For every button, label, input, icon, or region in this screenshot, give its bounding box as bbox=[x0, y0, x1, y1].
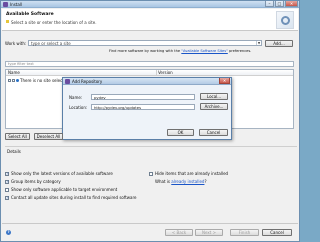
work-with-combo[interactable]: type or select a site ▼ bbox=[28, 40, 262, 46]
what-is-prefix: What is bbox=[155, 179, 170, 184]
wizard-footer: ? < Back Next > Finish Cancel bbox=[2, 223, 298, 241]
location-field[interactable]: http://pydev.org/updates bbox=[91, 104, 195, 110]
column-name[interactable]: Name bbox=[8, 70, 20, 76]
title-bar[interactable]: Install – □ ✕ bbox=[1, 1, 299, 8]
window-controls: – □ ✕ bbox=[265, 1, 298, 8]
option-latest-versions[interactable]: Show only the latest versions of availab… bbox=[5, 171, 113, 176]
target-environment-label: Show only software applicable to target … bbox=[11, 187, 118, 192]
option-contact-update-sites[interactable]: Contact all update sites during install … bbox=[5, 195, 137, 200]
option-target-environment[interactable]: Show only software applicable to target … bbox=[5, 187, 117, 192]
column-version[interactable]: Version bbox=[158, 70, 173, 76]
option-group-by-category[interactable]: Group items by category bbox=[5, 179, 61, 184]
name-label: Name: bbox=[69, 95, 83, 100]
dialog-title: Add Repository bbox=[72, 79, 103, 84]
row-checkbox[interactable] bbox=[8, 79, 11, 82]
eclipse-app-icon bbox=[65, 79, 70, 84]
gear-icon bbox=[281, 16, 290, 25]
next-button[interactable]: Next > bbox=[195, 229, 223, 236]
chevron-down-icon[interactable]: ▼ bbox=[256, 41, 261, 45]
info-icon bbox=[6, 20, 9, 23]
contact-update-sites-checkbox[interactable] bbox=[5, 195, 9, 200]
group-by-category-label: Group items by category bbox=[11, 179, 61, 184]
table-row[interactable]: There is no site select bbox=[8, 78, 64, 83]
location-label: Location: bbox=[69, 105, 88, 110]
work-with-label: Work with: bbox=[5, 41, 27, 46]
available-software-sites-link[interactable]: "Available Software Sites" bbox=[181, 49, 227, 53]
details-label: Details bbox=[7, 149, 21, 154]
add-button[interactable]: Add... bbox=[265, 40, 293, 47]
deselect-all-button[interactable]: Deselect All bbox=[34, 133, 63, 140]
more-software-text: Find more software by working with the "… bbox=[109, 49, 251, 53]
hide-installed-label: Hide items that are already installed bbox=[155, 171, 229, 176]
info-icon bbox=[16, 79, 19, 82]
minimize-button[interactable]: – bbox=[265, 1, 274, 7]
latest-versions-label: Show only the latest versions of availab… bbox=[11, 171, 113, 176]
option-hide-installed[interactable]: Hide items that are already installed bbox=[149, 171, 228, 176]
what-is-suffix: ? bbox=[204, 179, 207, 184]
table-header: Name Version bbox=[6, 70, 293, 76]
wizard-header: Available Software Select a site or ente… bbox=[2, 9, 298, 31]
cancel-button[interactable]: Cancel bbox=[262, 229, 292, 236]
back-button[interactable]: < Back bbox=[165, 229, 193, 236]
eclipse-app-icon bbox=[3, 2, 8, 7]
archive-button[interactable]: Archive... bbox=[200, 103, 228, 110]
maximize-button[interactable]: □ bbox=[275, 1, 284, 7]
row-checkbox-expand[interactable] bbox=[12, 79, 15, 82]
target-environment-checkbox[interactable] bbox=[5, 187, 9, 192]
finish-button[interactable]: Finish bbox=[230, 229, 259, 236]
close-button[interactable]: ✕ bbox=[285, 1, 298, 7]
column-divider[interactable] bbox=[156, 70, 157, 76]
already-installed-link[interactable]: already installed bbox=[171, 179, 204, 184]
filter-input[interactable]: type filter text bbox=[5, 61, 294, 67]
name-field[interactable]: pydev bbox=[91, 94, 195, 100]
help-icon[interactable]: ? bbox=[6, 230, 11, 235]
page-title: Available Software bbox=[6, 12, 54, 17]
what-is-installed-text: What is already installed? bbox=[155, 179, 207, 184]
window-title: Install bbox=[10, 2, 23, 7]
row-name: There is no site select bbox=[20, 78, 64, 83]
select-all-button[interactable]: Select All bbox=[5, 133, 30, 140]
hide-installed-checkbox[interactable] bbox=[149, 171, 153, 176]
dialog-cancel-button[interactable]: Cancel bbox=[199, 129, 228, 136]
install-window: Install – □ ✕ Available Software Select … bbox=[0, 0, 300, 242]
more-software-suffix: preferences. bbox=[228, 49, 252, 53]
dialog-title-bar[interactable]: Add Repository bbox=[63, 78, 231, 85]
contact-update-sites-label: Contact all update sites during install … bbox=[11, 195, 137, 200]
local-button[interactable]: Local... bbox=[200, 93, 228, 100]
group-by-category-checkbox[interactable] bbox=[5, 179, 9, 184]
work-with-placeholder: type or select a site bbox=[31, 41, 71, 46]
details-divider bbox=[5, 146, 297, 147]
dialog-close-button[interactable]: ✕ bbox=[219, 78, 230, 84]
latest-versions-checkbox[interactable] bbox=[5, 171, 9, 176]
ok-button[interactable]: OK bbox=[167, 129, 194, 136]
install-wizard-logo bbox=[276, 11, 294, 29]
add-repository-dialog: Add Repository ✕ Name: pydev Local... Lo… bbox=[62, 77, 232, 140]
page-description: Select a site or enter the location of a… bbox=[11, 20, 97, 25]
more-software-prefix: Find more software by working with the bbox=[109, 49, 181, 53]
